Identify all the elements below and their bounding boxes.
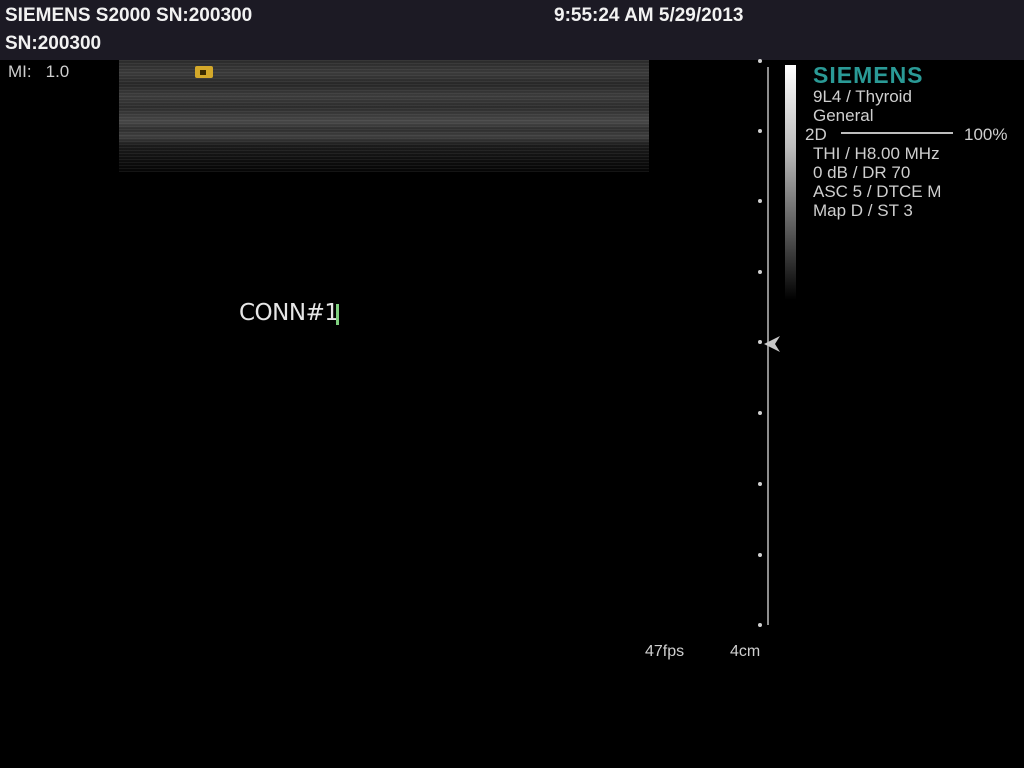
- depth-value: 4cm: [730, 643, 761, 660]
- mode-gain-bar: [841, 132, 953, 134]
- depth-tick: [758, 199, 762, 203]
- param-line: THI / H8.00 MHz: [813, 144, 940, 163]
- depth-ticks: [758, 59, 762, 627]
- serial-number: SN:200300: [5, 33, 102, 54]
- depth-tick: [758, 59, 762, 63]
- mi-value: 1.0: [45, 62, 70, 81]
- mechanical-index: MI: 1.0: [8, 62, 69, 82]
- mi-label-text: MI:: [8, 62, 32, 81]
- param-line: Map D / ST 3: [813, 201, 913, 220]
- orientation-marker-icon: [195, 66, 213, 78]
- depth-tick: [758, 129, 762, 133]
- param-line: 0 dB / DR 70: [813, 163, 911, 182]
- text-cursor: [336, 304, 339, 325]
- depth-tick: [758, 270, 762, 274]
- focus-arrow-icon: [764, 336, 780, 352]
- annotation-text[interactable]: CONN#1: [239, 300, 339, 326]
- preset-label: General: [813, 106, 874, 125]
- mode-label: 2D: [805, 125, 827, 144]
- status-header: SIEMENS S2000 SN:200300 SN:200300 9:55:2…: [0, 0, 1024, 60]
- date-time: 9:55:24 AM 5/29/2013: [554, 5, 744, 26]
- frame-rate: 47fps: [645, 643, 685, 660]
- depth-tick: [758, 411, 762, 415]
- depth-tick: [758, 553, 762, 557]
- brand-logo: SIEMENS: [813, 62, 924, 88]
- transducer-label: 9L4 / Thyroid: [813, 87, 912, 106]
- depth-tick: [758, 482, 762, 486]
- grayscale-bar: [785, 65, 796, 300]
- mode-percent: 100%: [964, 125, 1008, 144]
- depth-tick: [758, 623, 762, 627]
- param-line: ASC 5 / DTCE M: [813, 182, 942, 201]
- system-title: SIEMENS S2000 SN:200300: [5, 5, 253, 26]
- depth-tick: [758, 340, 762, 344]
